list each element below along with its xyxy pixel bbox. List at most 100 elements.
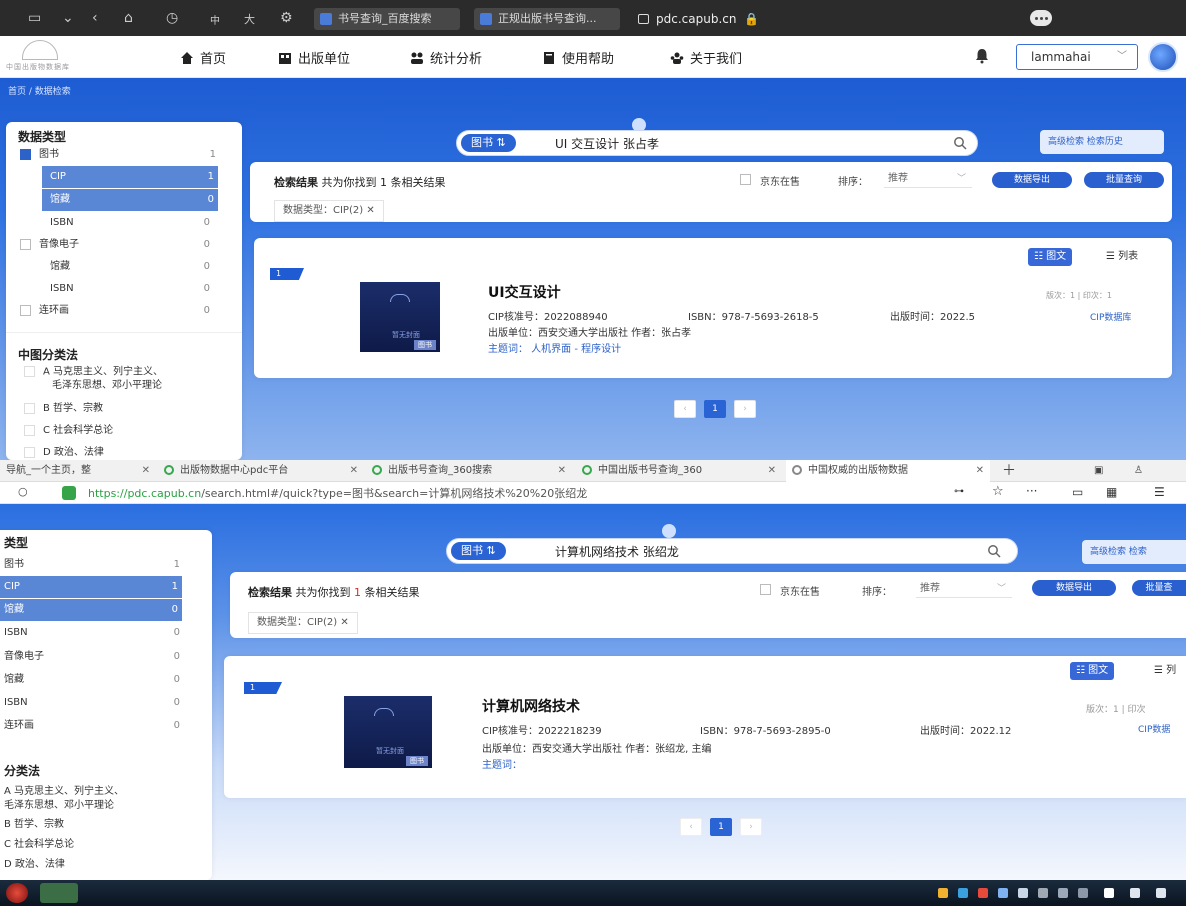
class-item-b[interactable]: B 哲学、宗教 bbox=[4, 814, 180, 836]
close-icon[interactable]: ✕ bbox=[350, 460, 358, 482]
book-title[interactable]: UI交互设计 bbox=[488, 282, 561, 302]
filter-chip[interactable]: 数据类型：CIP(2) ✕ bbox=[248, 612, 358, 634]
sidebar-item-isbn-av[interactable]: ISBN 0 bbox=[50, 278, 210, 300]
search-input[interactable]: UI 交互设计 张占孝 bbox=[555, 135, 659, 152]
search-icon[interactable] bbox=[953, 136, 967, 150]
batch-query-button[interactable]: 批量查 bbox=[1132, 580, 1186, 596]
close-icon[interactable]: ✕ bbox=[340, 617, 348, 628]
book-cover[interactable]: 暂无封面 图书 bbox=[344, 696, 432, 768]
tray-icon[interactable] bbox=[1058, 888, 1068, 898]
checkbox[interactable] bbox=[20, 304, 31, 316]
advanced-search-button[interactable]: 高级检索 检索 bbox=[1082, 540, 1186, 564]
font-small-glyph[interactable]: 中 bbox=[210, 12, 220, 27]
sidebar-item-cip[interactable]: CIP 1 bbox=[42, 166, 218, 188]
shirt-icon[interactable]: ♙ bbox=[1130, 460, 1154, 482]
sidebar-item-collection-av[interactable]: 馆藏 0 bbox=[4, 669, 180, 691]
checkbox[interactable] bbox=[20, 148, 31, 160]
tray-icon[interactable] bbox=[998, 888, 1008, 898]
batch-query-button[interactable]: 批量查询 bbox=[1084, 172, 1164, 188]
page-button-current[interactable]: 1 bbox=[704, 400, 726, 418]
tray-icon[interactable] bbox=[1078, 888, 1088, 898]
site-logo[interactable]: 中国出版物数据库 bbox=[6, 40, 76, 72]
tray-icon[interactable] bbox=[1038, 888, 1048, 898]
sort-select[interactable]: 推荐 ﹀ bbox=[916, 580, 1012, 598]
sidebar-toggle-icon[interactable]: ▭ bbox=[28, 10, 41, 26]
sidebar-item-isbn[interactable]: ISBN 0 bbox=[50, 212, 210, 234]
close-icon[interactable]: ✕ bbox=[142, 460, 150, 482]
menu-icon[interactable]: ☰ bbox=[1154, 485, 1165, 499]
more-menu-icon[interactable] bbox=[1030, 10, 1052, 26]
prev-page-button[interactable]: ‹ bbox=[680, 818, 702, 836]
refresh-icon[interactable]: ○ bbox=[18, 485, 28, 498]
home-icon[interactable]: ⌂ bbox=[124, 10, 133, 26]
search-type-select[interactable]: 图书 ⇅ bbox=[451, 542, 506, 560]
class-item-d[interactable]: D 政治、法律 bbox=[4, 854, 180, 876]
nav-stats[interactable]: 统计分析 bbox=[410, 48, 482, 67]
tray-icon[interactable] bbox=[1156, 888, 1166, 898]
cip-database-link[interactable]: CIP数据 bbox=[1138, 722, 1170, 735]
sidebar-item-cip[interactable]: CIP 1 bbox=[0, 576, 182, 598]
view-toggle-list[interactable]: ☰ 列表 bbox=[1100, 248, 1144, 266]
breadcrumb[interactable]: 首页 / 数据检索 bbox=[8, 84, 71, 97]
class-item-c[interactable]: C 社会科学总论 bbox=[24, 420, 214, 442]
class-item-a[interactable]: A 马克思主义、列宁主义、 bbox=[4, 786, 210, 800]
class-item-b[interactable]: B 哲学、宗教 bbox=[24, 398, 214, 420]
subject-keywords[interactable]: 主题词： 人机界面 - 程序设计 bbox=[488, 340, 621, 355]
view-toggle-graphic[interactable]: ☷ 图文 bbox=[1028, 248, 1073, 266]
next-page-button[interactable]: › bbox=[740, 818, 762, 836]
tray-icon[interactable] bbox=[978, 888, 988, 898]
page-button-current[interactable]: 1 bbox=[710, 818, 732, 836]
checkbox[interactable] bbox=[24, 366, 35, 377]
tray-icon[interactable] bbox=[1130, 888, 1140, 898]
tray-icon[interactable] bbox=[1018, 888, 1028, 898]
jd-checkbox[interactable] bbox=[760, 584, 771, 595]
nav-home[interactable]: 首页 bbox=[180, 48, 226, 67]
settings-icon[interactable]: ⚙ bbox=[280, 10, 293, 26]
dropdown-icon[interactable]: ⌄ bbox=[62, 10, 74, 26]
back-icon[interactable]: ‹ bbox=[92, 10, 98, 26]
view-toggle-list[interactable]: ☰ 列 bbox=[1148, 662, 1182, 680]
close-icon[interactable]: ✕ bbox=[366, 205, 374, 216]
sidebar-item-comic[interactable]: 连环画 0 bbox=[4, 715, 180, 737]
checkbox[interactable] bbox=[24, 402, 35, 414]
filter-chip[interactable]: 数据类型：CIP(2) ✕ bbox=[274, 200, 384, 222]
sidebar-item-av[interactable]: 音像电子 0 bbox=[20, 234, 210, 256]
browser-tab[interactable]: 出版书号查询_360搜索 ✕ bbox=[366, 460, 572, 482]
sidebar-item-collection[interactable]: 馆藏 0 bbox=[42, 189, 218, 211]
history-icon[interactable]: ◷ bbox=[166, 10, 178, 26]
prev-page-button[interactable]: ‹ bbox=[674, 400, 696, 418]
bell-icon[interactable] bbox=[974, 48, 990, 64]
sidebar-item-comic[interactable]: 连环画 0 bbox=[20, 300, 210, 322]
export-button[interactable]: 数据导出 bbox=[1032, 580, 1116, 596]
address-text[interactable]: https://pdc.capub.cn/search.html#/quick?… bbox=[88, 485, 587, 501]
search-type-select[interactable]: 图书 ⇅ bbox=[461, 134, 516, 152]
sort-select[interactable]: 推荐 ﹀ bbox=[884, 170, 972, 188]
browser-tab[interactable]: 中国出版书号查询_360 ✕ bbox=[576, 460, 782, 482]
star-icon[interactable]: ☆ bbox=[992, 484, 1004, 499]
search-icon[interactable] bbox=[987, 544, 1001, 558]
font-large-glyph[interactable]: 大 bbox=[244, 11, 255, 27]
checkbox[interactable] bbox=[24, 424, 35, 436]
class-item-c[interactable]: C 社会科学总论 bbox=[4, 834, 180, 856]
taskbar-app-icon[interactable] bbox=[40, 883, 78, 903]
tab-list-icon[interactable]: ▣ bbox=[1090, 460, 1114, 482]
avatar[interactable] bbox=[1148, 42, 1178, 72]
view-toggle-graphic[interactable]: ☷ 图文 bbox=[1070, 662, 1115, 680]
close-icon[interactable]: ✕ bbox=[976, 460, 984, 482]
checkbox[interactable] bbox=[20, 238, 31, 250]
start-button-icon[interactable] bbox=[6, 883, 28, 903]
sidebar-item-collection[interactable]: 馆藏 0 bbox=[0, 599, 182, 621]
browser-tab-baidu[interactable]: 书号查询_百度搜索 bbox=[314, 8, 460, 30]
cip-database-link[interactable]: CIP数据库 bbox=[1090, 310, 1131, 323]
subject-keywords[interactable]: 主题词： bbox=[482, 756, 522, 771]
apps-icon[interactable]: ▦ bbox=[1106, 485, 1117, 499]
sidebar-item-book[interactable]: 图书 1 bbox=[4, 554, 180, 576]
nav-about[interactable]: 关于我们 bbox=[670, 48, 742, 67]
next-page-button[interactable]: › bbox=[734, 400, 756, 418]
window-icon[interactable]: ▭ bbox=[1072, 485, 1083, 499]
address-bar[interactable]: pdc.capub.cn 🔒 bbox=[634, 8, 1054, 30]
close-icon[interactable]: ✕ bbox=[558, 460, 566, 482]
class-item-a[interactable]: A 马克思主义、列宁主义、 bbox=[24, 366, 234, 380]
browser-tab-active[interactable]: 中国权威的出版物数据 ✕ bbox=[786, 460, 990, 482]
browser-tab[interactable]: 导航_一个主页，整 ✕ bbox=[0, 460, 156, 482]
